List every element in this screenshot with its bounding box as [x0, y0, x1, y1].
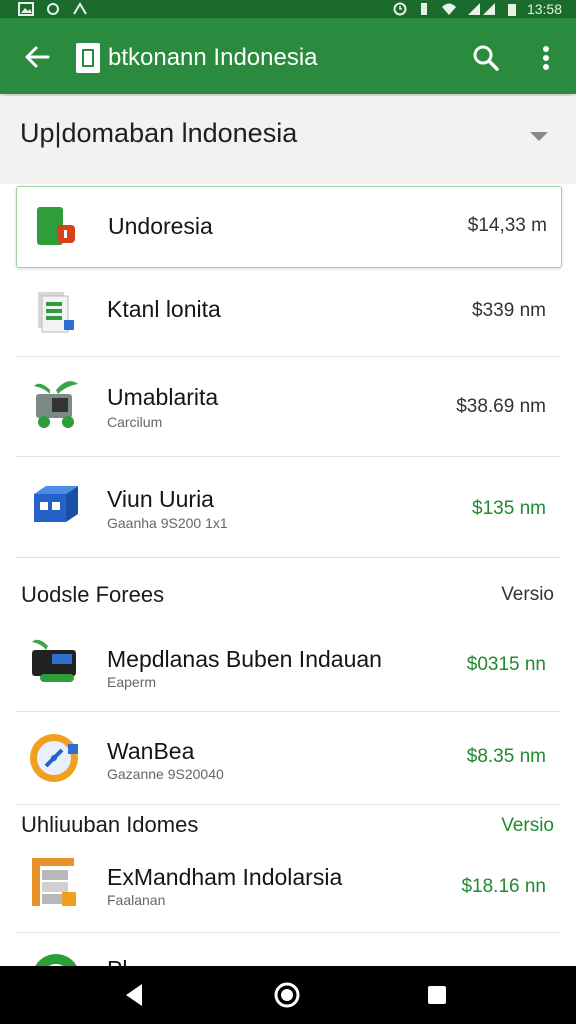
list-item[interactable]: Mepdlanas Buben Indauan Eaperm $0315 nn: [16, 614, 560, 710]
item-price: $0315 nn: [466, 654, 546, 675]
wifi-icon: [441, 3, 456, 15]
compass-badge-icon: [30, 734, 78, 782]
item-name: Ktanl lonita: [107, 296, 221, 322]
list-item[interactable]: Ktanl lonita $339 nm: [16, 270, 560, 356]
status-time: 13:58: [526, 1, 562, 17]
list-item[interactable]: ExMandham Indolarsia Faalanan $18.16 nn: [16, 842, 560, 932]
image-icon: [18, 2, 34, 16]
list-item[interactable]: WanBea Gazanne 9S20040 $8.35 nm: [16, 712, 560, 804]
item-price: $38.69 nm: [456, 396, 546, 417]
item-name: Viun Uuria: [107, 486, 214, 512]
document-stack-icon: [38, 292, 74, 333]
status-right-icons: 13:58: [393, 0, 562, 18]
app-title: btkonann Indonesia: [108, 44, 318, 71]
section-title: Up|domaban lndonesia: [20, 118, 298, 148]
alarm-icon: [393, 2, 407, 16]
item-price: $8.35 nm: [466, 746, 546, 767]
item-price: $18.16 nn: [461, 876, 546, 897]
item-price: $135 nm: [472, 498, 546, 519]
section-selector[interactable]: Up|domaban lndonesia: [0, 96, 576, 184]
divider: [16, 932, 560, 933]
recents-square-icon[interactable]: [422, 980, 452, 1010]
list-item[interactable]: Umablarita Carcilum $38.69 nm: [16, 358, 560, 456]
item-name: Mepdlanas Buben Indauan: [107, 646, 382, 672]
search-icon[interactable]: [470, 42, 502, 74]
blue-box-icon: [34, 486, 78, 522]
app-logo-icon: [76, 43, 100, 73]
item-name: ExMandham Indolarsia: [107, 864, 343, 890]
navigation-bar: [0, 966, 576, 1024]
n-icon: [73, 2, 87, 15]
group-header: Uhliuuban Idomes: [21, 812, 199, 837]
item-name: WanBea: [107, 738, 195, 764]
machine-plant-icon: [32, 639, 76, 682]
divider: [16, 456, 560, 457]
battery-icon: [507, 4, 516, 16]
item-name: Undoresia: [108, 213, 213, 239]
status-left-icons: [18, 0, 88, 18]
divider: [16, 557, 560, 558]
divider: [16, 804, 560, 805]
item-subtitle: Faalanan: [107, 892, 166, 908]
list-item-partial[interactable]: Pl...: [16, 934, 560, 966]
item-price: $339 nm: [472, 300, 546, 321]
app-icon-red-green: [37, 207, 75, 245]
app-bar: btkonann Indonesia: [0, 18, 576, 94]
group-header-version: Versio: [501, 584, 554, 605]
item-price: $14,33 m: [467, 215, 547, 236]
orange-shelf-icon: [32, 858, 76, 906]
vibrate-icon: [420, 3, 427, 15]
item-subtitle: Gazanne 9S20040: [107, 766, 224, 782]
list-item[interactable]: Viun Uuria Gaanha 9S200 1x1 $135 nm: [16, 458, 560, 556]
list-item[interactable]: Undoresia $14,33 m: [16, 186, 562, 268]
plant-cart-icon: [34, 381, 78, 428]
back-triangle-icon[interactable]: [120, 980, 150, 1010]
divider: [16, 356, 560, 357]
more-options-icon[interactable]: [536, 42, 556, 74]
item-subtitle: Gaanha 9S200 1x1: [107, 515, 228, 531]
item-name: Pl...: [107, 956, 147, 966]
group-header: Uodsle Forees: [21, 582, 165, 607]
signal-icon: [467, 3, 495, 15]
status-bar: 13:58: [0, 0, 576, 18]
home-circle-icon[interactable]: [272, 980, 302, 1010]
item-subtitle: Carcilum: [107, 414, 163, 430]
chevron-down-icon[interactable]: [530, 132, 548, 141]
back-arrow-icon[interactable]: [20, 40, 54, 74]
item-subtitle: Eaperm: [107, 674, 157, 690]
sync-icon: [47, 3, 59, 15]
item-name: Umablarita: [107, 384, 219, 410]
group-header-version: Versio: [501, 815, 554, 836]
green-circle-icon: [35, 954, 77, 966]
